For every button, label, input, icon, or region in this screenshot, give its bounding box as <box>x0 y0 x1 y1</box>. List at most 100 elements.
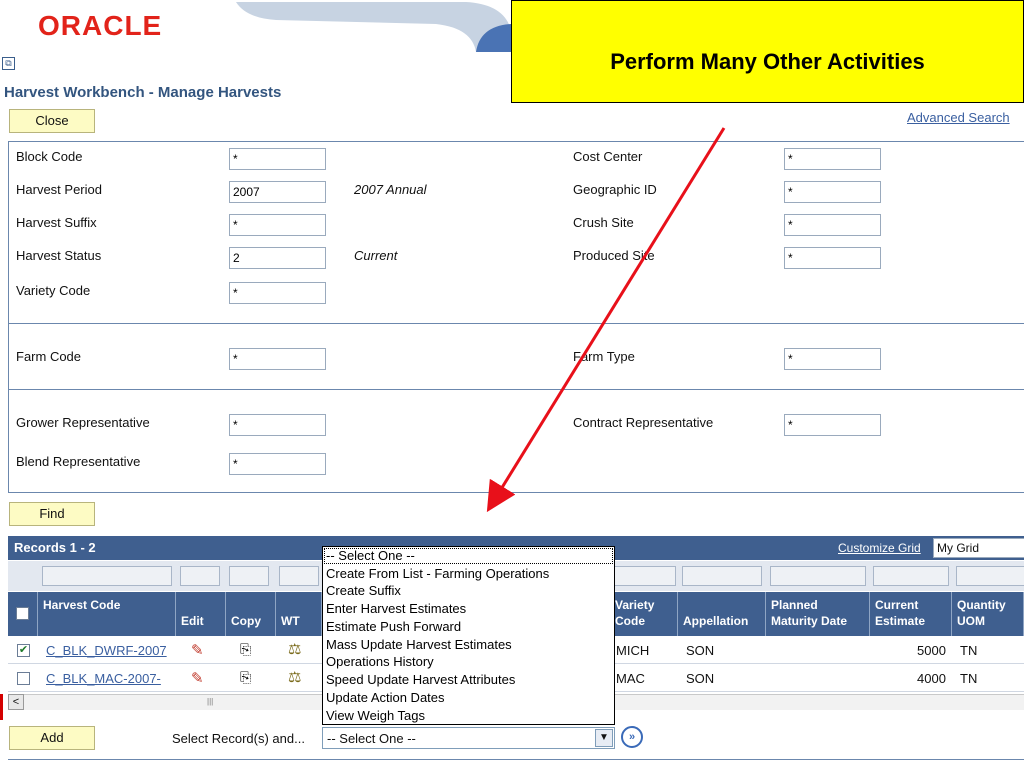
page-title: Harvest Workbench - Manage Harvests <box>4 84 282 101</box>
go-icon[interactable]: » <box>621 726 643 748</box>
farm-type-input[interactable] <box>784 348 881 370</box>
harvest-period-desc: 2007 Annual <box>354 182 427 197</box>
dropdown-option[interactable]: -- Select One -- <box>326 548 415 563</box>
advanced-search-link[interactable]: Advanced Search <box>907 110 1010 125</box>
close-button[interactable]: Close <box>9 109 95 133</box>
produced-site-input[interactable] <box>784 247 881 269</box>
blend-rep-label: Blend Representative <box>16 454 141 469</box>
customize-grid-link[interactable]: Customize Grid <box>838 541 921 555</box>
blend-rep-input[interactable] <box>229 453 326 475</box>
farm-type-label: Farm Type <box>573 349 635 364</box>
dropdown-option[interactable]: Enter Harvest Estimates <box>326 601 466 616</box>
appellation-cell: SON <box>686 671 715 686</box>
app-window: ORACLE ⧉ Harvest Workbench - Manage Harv… <box>0 0 1024 768</box>
add-button[interactable]: Add <box>9 726 95 750</box>
edit-pencil-icon[interactable]: ✎ <box>191 641 204 659</box>
scale-icon[interactable]: ⚖ <box>288 640 301 658</box>
col-current-estimate[interactable]: Current Estimate <box>870 592 952 636</box>
col-quantity-uom[interactable]: Quantity UOM <box>952 592 1024 636</box>
dropdown-option[interactable]: Create From List - Farming Operations <box>326 566 549 581</box>
row-checkbox[interactable] <box>17 672 30 685</box>
grid-view-select[interactable]: My Grid <box>933 538 1024 558</box>
grower-rep-input[interactable] <box>229 414 326 436</box>
filter-harvest-code[interactable] <box>42 566 172 586</box>
scroll-left-icon[interactable]: < <box>8 694 24 710</box>
cost-center-label: Cost Center <box>573 149 643 164</box>
col-harvest-code[interactable]: Harvest Code <box>38 592 176 636</box>
col-variety-code[interactable]: Variety Code <box>610 592 678 636</box>
col-planned-maturity[interactable]: Planned Maturity Date <box>766 592 870 636</box>
dropdown-option[interactable]: Operations History <box>326 654 434 669</box>
criteria-divider <box>8 389 1024 390</box>
harvest-status-desc: Current <box>354 248 398 263</box>
current-estimate-cell: 5000 <box>917 643 946 658</box>
oracle-logo: ORACLE <box>38 10 163 41</box>
harvest-suffix-label: Harvest Suffix <box>16 215 97 230</box>
filter-quantity-uom[interactable] <box>956 566 1024 586</box>
edit-pencil-icon[interactable]: ✎ <box>191 669 204 687</box>
expand-icon[interactable]: ⧉ <box>2 57 15 70</box>
select-all-checkbox[interactable] <box>16 607 29 620</box>
dropdown-option[interactable]: Speed Update Harvest Attributes <box>326 672 515 687</box>
variety-code-input[interactable] <box>229 282 326 304</box>
appellation-cell: SON <box>686 643 715 658</box>
filter-copy[interactable] <box>229 566 269 586</box>
harvest-status-label: Harvest Status <box>16 248 102 263</box>
dropdown-option[interactable]: Create Suffix <box>326 583 401 598</box>
current-estimate-cell: 4000 <box>917 671 946 686</box>
col-copy: Copy <box>226 592 276 636</box>
col-edit: Edit <box>176 592 226 636</box>
geographic-id-input[interactable] <box>784 181 881 203</box>
farm-code-label: Farm Code <box>16 349 82 364</box>
red-mark <box>0 694 3 720</box>
contract-rep-label: Contract Representative <box>573 415 714 430</box>
harvest-status-input[interactable] <box>229 247 326 269</box>
filter-appellation[interactable] <box>682 566 762 586</box>
find-button[interactable]: Find <box>9 502 95 526</box>
bulk-action-select[interactable]: -- Select One -- <box>322 727 615 749</box>
harvest-code-link[interactable]: C_BLK_MAC-2007- <box>46 671 161 686</box>
quantity-uom-cell: TN <box>960 671 978 686</box>
filter-variety-code[interactable] <box>614 566 676 586</box>
dropdown-option[interactable]: Mass Update Harvest Estimates <box>326 637 512 652</box>
quantity-uom-cell: TN <box>960 643 978 658</box>
harvest-period-label: Harvest Period <box>16 182 102 197</box>
cost-center-input[interactable] <box>784 148 881 170</box>
variety-code-cell: MAC <box>616 671 645 686</box>
harvest-suffix-input[interactable] <box>229 214 326 236</box>
scroll-grip-icon[interactable]: ||| <box>207 697 213 706</box>
row-checkbox[interactable]: ✔ <box>17 644 30 657</box>
crush-site-label: Crush Site <box>573 215 634 230</box>
grid-record-count: Records 1 - 2 <box>14 540 96 555</box>
variety-code-cell: MICH <box>616 643 650 658</box>
bulk-action-dropdown: -- Select One -- Create From List - Farm… <box>322 546 615 725</box>
filter-planned-maturity[interactable] <box>770 566 866 586</box>
farm-code-input[interactable] <box>229 348 326 370</box>
bulk-action-label: Select Record(s) and... <box>172 731 305 746</box>
callout-box: Perform Many Other Activities <box>511 0 1024 103</box>
variety-code-label: Variety Code <box>16 283 91 298</box>
harvest-code-link[interactable]: C_BLK_DWRF-2007 <box>46 643 167 658</box>
dropdown-option[interactable]: Estimate Push Forward <box>326 619 461 634</box>
contract-rep-input[interactable] <box>784 414 881 436</box>
block-code-label: Block Code <box>16 149 83 164</box>
bottom-divider <box>8 759 1024 760</box>
dropdown-option[interactable]: Update Action Dates <box>326 690 445 705</box>
copy-icon[interactable]: ⎘ <box>240 669 251 686</box>
dropdown-option[interactable]: View Weigh Tags <box>326 708 425 723</box>
col-appellation[interactable]: Appellation <box>678 592 766 636</box>
crush-site-input[interactable] <box>784 214 881 236</box>
block-code-input[interactable] <box>229 148 326 170</box>
copy-icon[interactable]: ⎘ <box>240 641 251 658</box>
produced-site-label: Produced Site <box>573 248 655 263</box>
filter-edit[interactable] <box>180 566 220 586</box>
criteria-divider <box>8 323 1024 324</box>
filter-current-estimate[interactable] <box>873 566 949 586</box>
filter-wt[interactable] <box>279 566 319 586</box>
grower-rep-label: Grower Representative <box>16 415 150 430</box>
col-select-all <box>8 592 38 636</box>
col-wt: WT <box>276 592 322 636</box>
scale-icon[interactable]: ⚖ <box>288 668 301 686</box>
chevron-down-icon[interactable]: ▼ <box>595 729 613 747</box>
harvest-period-input[interactable] <box>229 181 326 203</box>
